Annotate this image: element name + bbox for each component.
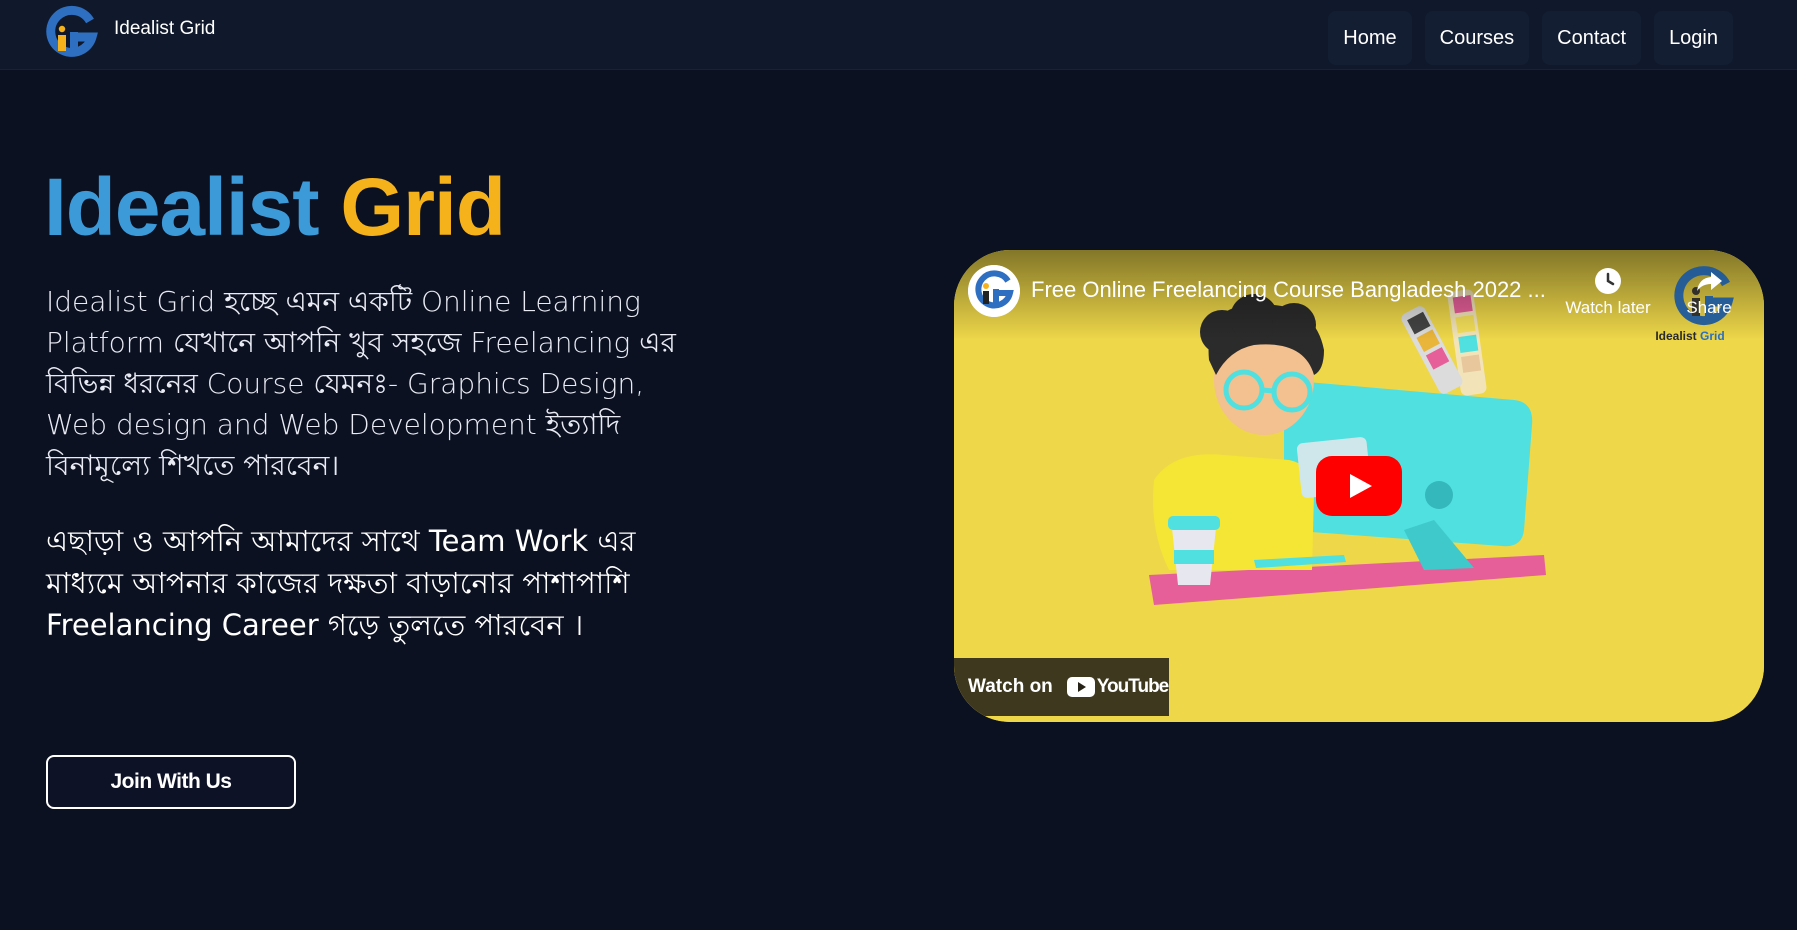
nav-contact[interactable]: Contact [1542, 11, 1642, 65]
nav-login[interactable]: Login [1654, 11, 1733, 65]
clock-icon [1595, 268, 1621, 294]
video-title[interactable]: Free Online Freelancing Course Banglades… [1031, 277, 1546, 303]
watch-later-label: Watch later [1565, 298, 1651, 317]
watch-later-button[interactable]: Watch later [1558, 266, 1658, 318]
brand-link[interactable]: Idealist Grid [44, 4, 215, 60]
watermark-part1: Idealist [1655, 329, 1697, 343]
join-button[interactable]: Join With Us [46, 755, 296, 809]
watch-on-label: Watch on [968, 676, 1053, 697]
brand-name: Idealist Grid [114, 18, 216, 39]
watermark-text: Idealist Grid [1630, 329, 1750, 343]
share-arrow-icon [1697, 272, 1722, 291]
navbar: Idealist Grid Home Courses Contact Login [0, 0, 1797, 70]
video-embed[interactable]: Free Online Freelancing Course Banglades… [954, 250, 1764, 722]
channel-avatar-icon[interactable] [968, 265, 1020, 317]
hero-title-part2: Grid [340, 162, 506, 253]
play-icon[interactable] [1316, 456, 1402, 516]
watch-on-youtube[interactable]: Watch on YouTube [954, 658, 1169, 716]
hero-description-secondary: এছাড়া ও আপনি আমাদের সাথে Team Work এর ম… [46, 524, 636, 642]
brand-logo-icon [46, 5, 98, 57]
hero-description: Idealist Grid হচ্ছে এমন একটি Online Lear… [46, 285, 676, 482]
nav-links: Home Courses Contact Login [1328, 11, 1733, 65]
hero-title: Idealist Grid [44, 160, 506, 256]
hero-title-part1: Idealist [44, 162, 320, 253]
nav-home[interactable]: Home [1328, 11, 1412, 65]
youtube-logo-icon [1066, 677, 1095, 697]
watermark-part2: Grid [1700, 329, 1725, 343]
share-button[interactable]: Share [1676, 266, 1742, 318]
share-label: Share [1686, 298, 1732, 317]
youtube-logo: YouTube [1066, 676, 1169, 698]
nav-courses[interactable]: Courses [1424, 11, 1530, 65]
youtube-wordmark: YouTube [1096, 676, 1169, 697]
